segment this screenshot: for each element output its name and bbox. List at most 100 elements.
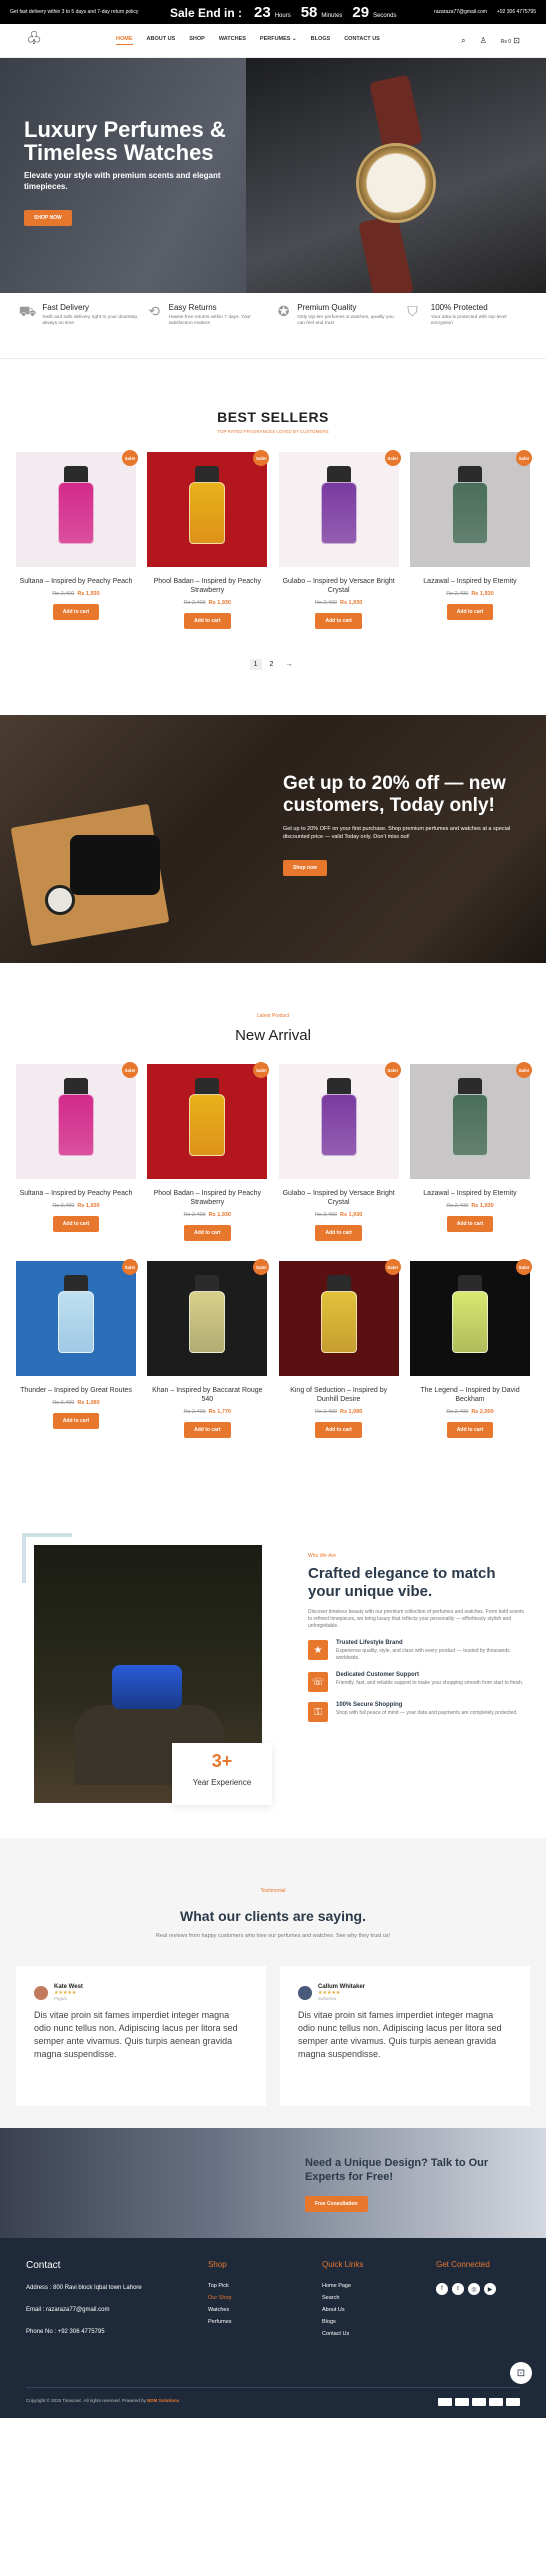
- footer-phone[interactable]: Phone No : +92 306 4775795: [26, 2329, 142, 2335]
- product-card[interactable]: Sale! Sultana – Inspired by Peachy Peach…: [16, 450, 138, 629]
- facebook-icon[interactable]: f: [436, 2283, 448, 2295]
- product-card[interactable]: Sale! Phool Badan – Inspired by Peachy S…: [147, 1062, 270, 1241]
- add-to-cart-button[interactable]: Add to cart: [184, 613, 231, 629]
- powered-by[interactable]: BDM Solutions: [147, 2398, 179, 2403]
- nav-home[interactable]: HOME: [116, 36, 133, 45]
- shop-now-button[interactable]: SHOP NOW: [24, 210, 72, 226]
- section-subtitle: TOP RATED FRAGRANCES LOVED BY CUSTOMERS: [217, 429, 329, 434]
- footer-email[interactable]: Email : razaraza77@gmail.com: [26, 2307, 142, 2313]
- product-card[interactable]: Sale! Gulabo – Inspired by Versace Brigh…: [278, 1062, 401, 1241]
- footer-link[interactable]: Watches: [208, 2307, 232, 2313]
- sale-price: Rs 1,930: [471, 591, 494, 597]
- product-image[interactable]: [278, 1064, 399, 1179]
- next-page[interactable]: →: [281, 659, 296, 670]
- award-icon: ✪: [277, 303, 290, 319]
- payment-methods: [438, 2398, 520, 2406]
- product-price: Rs 2,400 Rs 1,930: [147, 1212, 267, 1218]
- product-name[interactable]: Gulabo – Inspired by Versace Bright Crys…: [279, 577, 399, 595]
- product-card[interactable]: Sale! Thunder – Inspired by Great Routes…: [16, 1259, 138, 1438]
- product-name[interactable]: The Legend – Inspired by David Beckham: [410, 1386, 530, 1404]
- product-card[interactable]: Sale! Gulabo – Inspired by Versace Brigh…: [278, 450, 401, 629]
- logo[interactable]: ♧: [26, 28, 46, 54]
- sale-price: Rs 1,080: [77, 1400, 100, 1406]
- add-to-cart-button[interactable]: Add to cart: [184, 1422, 231, 1438]
- product-name[interactable]: Thunder – Inspired by Great Routes: [16, 1386, 136, 1395]
- topbar-email[interactable]: razaraza77@gmail.com: [434, 9, 487, 15]
- add-to-cart-button[interactable]: Add to cart: [52, 604, 100, 620]
- nav-perfumes[interactable]: PERFUMES ⌄: [260, 36, 297, 45]
- years-label: Year Experience: [192, 1778, 252, 1787]
- product-name[interactable]: Lazawal – Inspired by Eternity: [410, 1189, 530, 1198]
- add-to-cart-button[interactable]: Add to cart: [446, 1216, 494, 1232]
- product-image[interactable]: [278, 452, 399, 567]
- product-name[interactable]: Phool Badan – Inspired by Peachy Strawbe…: [147, 1189, 267, 1207]
- user-icon[interactable]: ♙: [480, 36, 487, 45]
- product-image[interactable]: [16, 1064, 136, 1179]
- add-to-cart-button[interactable]: Add to cart: [446, 604, 494, 620]
- product-card[interactable]: Sale! King of Seduction – Inspired by Du…: [278, 1259, 401, 1438]
- free-consultation-button[interactable]: Free Consultation: [305, 2196, 368, 2212]
- add-to-cart-button[interactable]: Add to cart: [446, 1422, 494, 1438]
- product-card[interactable]: Sale! Lazawal – Inspired by Eternity Rs …: [409, 1062, 532, 1241]
- youtube-icon[interactable]: ▶: [484, 2283, 496, 2295]
- product-name[interactable]: King of Seduction – Inspired by Dunhill …: [279, 1386, 399, 1404]
- nav-about[interactable]: ABOUT US: [147, 36, 176, 45]
- countdown-seconds: 29: [352, 3, 370, 21]
- footer-link[interactable]: Contact Us: [322, 2331, 363, 2337]
- product-card[interactable]: Sale! The Legend – Inspired by David Bec…: [409, 1259, 532, 1438]
- footer-link[interactable]: Blogs: [322, 2319, 363, 2325]
- footer-link[interactable]: Perfumes: [208, 2319, 232, 2325]
- cart-button[interactable]: Rs 0 ⊡: [501, 36, 520, 45]
- footer-link[interactable]: About Us: [322, 2307, 363, 2313]
- product-name[interactable]: Gulabo – Inspired by Versace Bright Crys…: [279, 1189, 399, 1207]
- nav-blogs[interactable]: BLOGS: [311, 36, 331, 45]
- product-name[interactable]: Phool Badan – Inspired by Peachy Strawbe…: [147, 577, 267, 595]
- product-price: Rs 2,400 Rs 1,770: [147, 1409, 267, 1415]
- product-image[interactable]: [409, 452, 530, 567]
- footer-link[interactable]: Our Shop: [208, 2295, 232, 2301]
- add-to-cart-button[interactable]: Add to cart: [315, 1422, 362, 1438]
- floating-cart-icon[interactable]: ⊡: [510, 2362, 532, 2384]
- nav-watches[interactable]: WATCHES: [219, 36, 246, 45]
- page-1[interactable]: 1: [249, 659, 262, 670]
- product-name[interactable]: Khan – Inspired by Baccarat Rouge 540: [147, 1386, 267, 1404]
- nav-shop[interactable]: SHOP: [189, 36, 205, 45]
- product-image[interactable]: [147, 1064, 268, 1179]
- old-price: Rs 2,400: [52, 591, 75, 597]
- product-card[interactable]: Sale! Khan – Inspired by Baccarat Rouge …: [147, 1259, 270, 1438]
- add-to-cart-button[interactable]: Add to cart: [315, 1225, 362, 1241]
- footer-link[interactable]: Search: [322, 2295, 363, 2301]
- footer-link[interactable]: Top Pick: [208, 2283, 232, 2289]
- product-card[interactable]: Sale! Phool Badan – Inspired by Peachy S…: [147, 450, 270, 629]
- product-image[interactable]: [16, 452, 136, 567]
- add-to-cart-button[interactable]: Add to cart: [315, 613, 362, 629]
- product-name[interactable]: Sultana – Inspired by Peachy Peach: [16, 1189, 136, 1198]
- topbar-phone[interactable]: +92 306 4775795: [497, 9, 536, 15]
- page-2[interactable]: 2: [266, 659, 278, 670]
- avatar: [34, 1985, 48, 2000]
- item-text: Friendly, fast, and reliable support to …: [336, 1680, 524, 1686]
- add-to-cart-button[interactable]: Add to cart: [52, 1216, 100, 1232]
- add-to-cart-button[interactable]: Add to cart: [52, 1413, 100, 1429]
- search-icon[interactable]: ⌕: [461, 36, 465, 46]
- product-card[interactable]: Sale! Lazawal – Inspired by Eternity Rs …: [409, 450, 532, 629]
- product-name[interactable]: Lazawal – Inspired by Eternity: [410, 577, 530, 586]
- footer-heading: Quick Links: [322, 2260, 364, 2269]
- add-to-cart-button[interactable]: Add to cart: [184, 1225, 231, 1241]
- product-grid: Sale! Thunder – Inspired by Great Routes…: [0, 1259, 546, 1438]
- product-image[interactable]: [147, 1261, 268, 1376]
- product-image[interactable]: [278, 1261, 399, 1376]
- product-name[interactable]: Sultana – Inspired by Peachy Peach: [16, 577, 136, 586]
- product-image[interactable]: [409, 1064, 530, 1179]
- product-card[interactable]: Sale! Sultana – Inspired by Peachy Peach…: [16, 1062, 138, 1241]
- footer-link[interactable]: Home Page: [322, 2283, 363, 2289]
- nav-contact[interactable]: CONTACT US: [344, 36, 380, 45]
- promo-shop-button[interactable]: Shop now: [283, 860, 327, 876]
- twitter-icon[interactable]: t: [452, 2283, 464, 2295]
- product-image[interactable]: [16, 1261, 136, 1376]
- bottle-shape: [58, 1094, 94, 1156]
- instagram-icon[interactable]: ◎: [468, 2283, 480, 2295]
- product-image[interactable]: [147, 452, 268, 567]
- experience-badge: 3+ Year Experience: [172, 1743, 272, 1805]
- product-image[interactable]: [409, 1261, 530, 1376]
